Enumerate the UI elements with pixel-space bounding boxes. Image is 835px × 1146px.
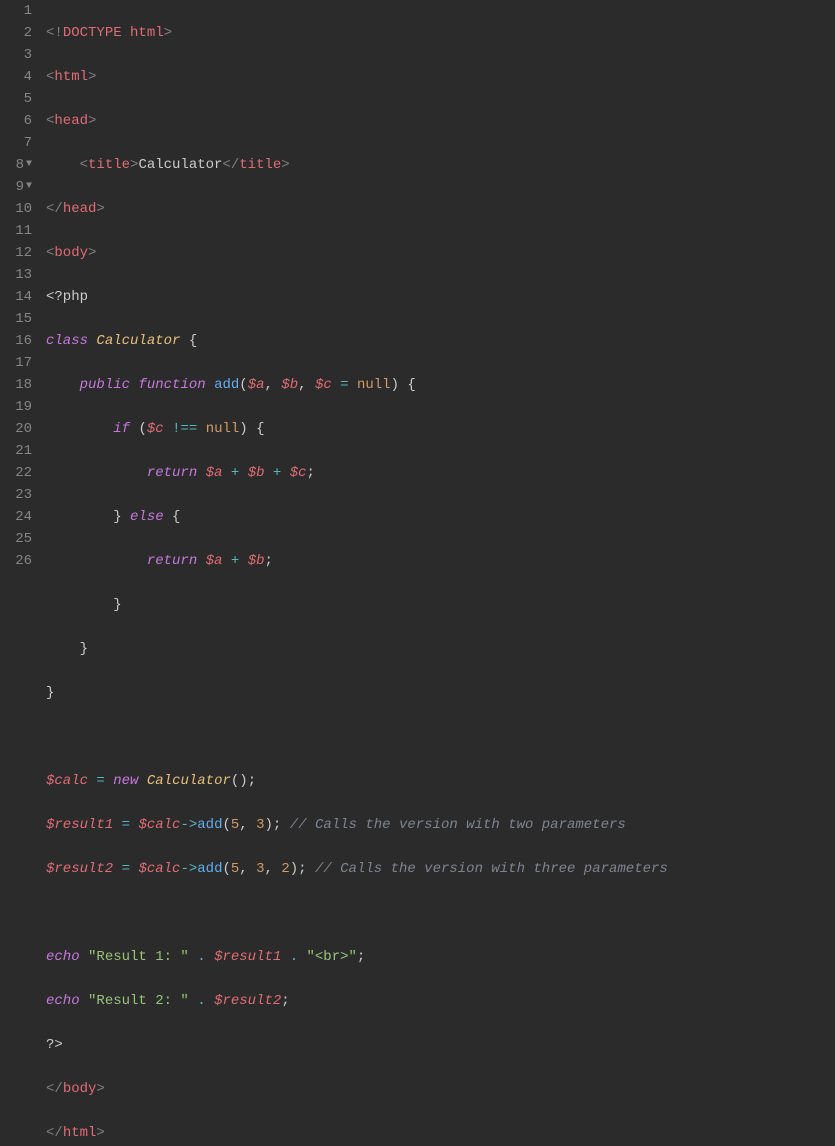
code-line: return $a + $b + $c; (46, 462, 835, 484)
line-number: 14 (6, 286, 32, 308)
code-line: <?php (46, 286, 835, 308)
line-number: 25 (6, 528, 32, 550)
code-line: $result2 = $calc->add(5, 3, 2); // Calls… (46, 858, 835, 880)
code-line (46, 902, 835, 924)
code-line: echo "Result 1: " . $result1 . "<br>"; (46, 946, 835, 968)
line-number: 13 (6, 264, 32, 286)
line-number-gutter: 1 2 3 4 5 6 7 8▼ 9▼ 10 11 12 13 14 15 16… (0, 0, 42, 573)
fold-icon[interactable]: ▼ (26, 154, 32, 176)
code-line: return $a + $b; (46, 550, 835, 572)
line-number: 6 (6, 110, 32, 132)
code-line: } else { (46, 506, 835, 528)
code-line: if ($c !== null) { (46, 418, 835, 440)
line-number: 4 (6, 66, 32, 88)
code-line (46, 726, 835, 748)
code-line: <title>Calculator</title> (46, 154, 835, 176)
line-number: 19 (6, 396, 32, 418)
line-number: 1 (6, 0, 32, 22)
code-line: </body> (46, 1078, 835, 1100)
code-line: $calc = new Calculator(); (46, 770, 835, 792)
line-number: 7 (6, 132, 32, 154)
code-line: } (46, 682, 835, 704)
code-editor[interactable]: <!DOCTYPE html> <html> <head> <title>Cal… (42, 0, 835, 573)
line-number: 11 (6, 220, 32, 242)
code-line: <head> (46, 110, 835, 132)
code-line: public function add($a, $b, $c = null) { (46, 374, 835, 396)
code-line: ?> (46, 1034, 835, 1056)
line-number: 8▼ (6, 154, 32, 176)
line-number: 24 (6, 506, 32, 528)
line-number: 17 (6, 352, 32, 374)
code-line: <!DOCTYPE html> (46, 22, 835, 44)
code-line: $result1 = $calc->add(5, 3); // Calls th… (46, 814, 835, 836)
code-line: } (46, 638, 835, 660)
line-number: 10 (6, 198, 32, 220)
line-number: 18 (6, 374, 32, 396)
code-line: <html> (46, 66, 835, 88)
line-number: 23 (6, 484, 32, 506)
line-number: 12 (6, 242, 32, 264)
code-line: class Calculator { (46, 330, 835, 352)
line-number: 21 (6, 440, 32, 462)
line-number: 22 (6, 462, 32, 484)
code-line: } (46, 594, 835, 616)
code-line: echo "Result 2: " . $result2; (46, 990, 835, 1012)
code-line: <body> (46, 242, 835, 264)
line-number: 3 (6, 44, 32, 66)
line-number: 9▼ (6, 176, 32, 198)
line-number: 2 (6, 22, 32, 44)
line-number: 20 (6, 418, 32, 440)
line-number: 15 (6, 308, 32, 330)
line-number: 26 (6, 550, 32, 572)
line-number: 16 (6, 330, 32, 352)
line-number: 5 (6, 88, 32, 110)
code-line: </html> (46, 1122, 835, 1144)
code-line: </head> (46, 198, 835, 220)
fold-icon[interactable]: ▼ (26, 176, 32, 198)
